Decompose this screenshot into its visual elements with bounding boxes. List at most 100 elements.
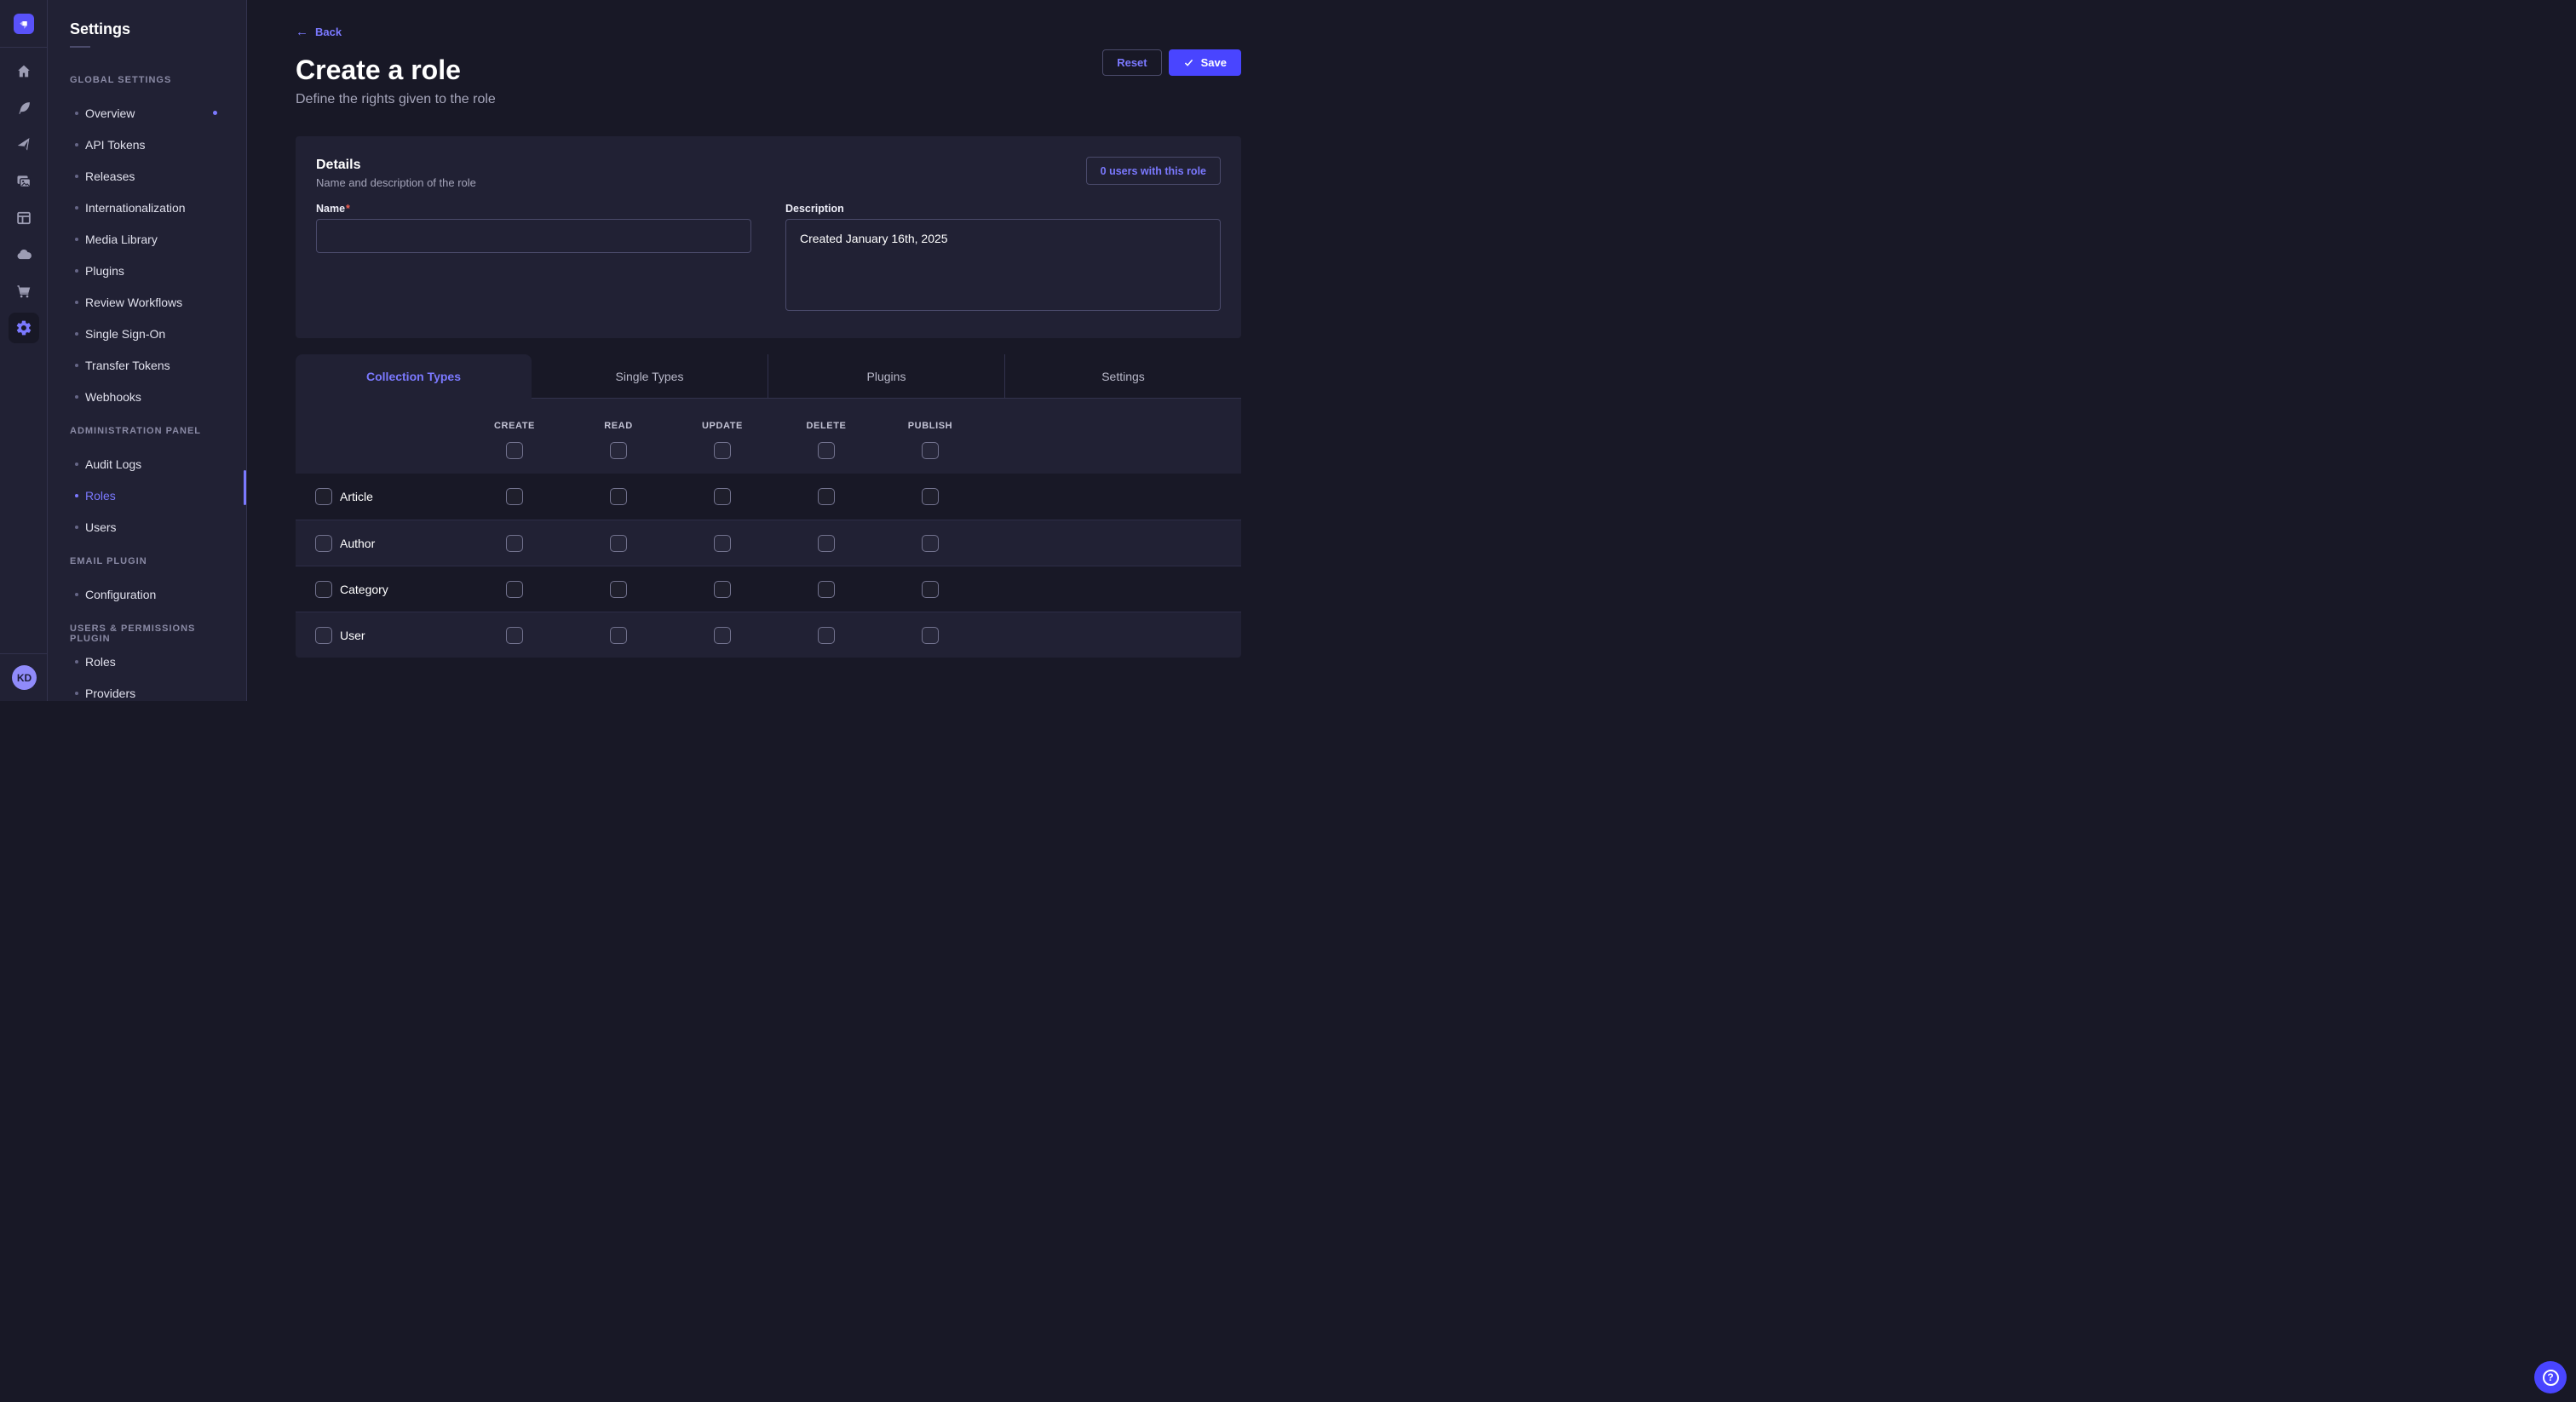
details-card-title: Details <box>316 157 476 174</box>
subnav-item-internationalization[interactable]: Internationalization <box>70 192 229 223</box>
permission-read-checkbox[interactable] <box>610 581 627 598</box>
name-field-group: Name* <box>316 203 751 315</box>
description-field-label: Description <box>785 203 1221 215</box>
permission-publish-checkbox[interactable] <box>922 581 939 598</box>
select-all-update-checkbox[interactable] <box>714 442 731 459</box>
column-publish: PUBLISH <box>878 399 982 459</box>
content-manager-feather-icon[interactable] <box>9 93 39 124</box>
row-label: Author <box>340 537 375 550</box>
subnav-item-label: Internationalization <box>85 201 186 215</box>
subnav-item-transfer-tokens[interactable]: Transfer Tokens <box>70 349 229 381</box>
home-icon[interactable] <box>9 56 39 87</box>
subnav-item-roles-admin[interactable]: Roles <box>70 480 229 511</box>
row-select-checkbox[interactable] <box>315 581 332 598</box>
permission-update-checkbox[interactable] <box>714 627 731 644</box>
permission-update-checkbox[interactable] <box>714 581 731 598</box>
subnav-item-audit-logs[interactable]: Audit Logs <box>70 448 229 480</box>
reset-button[interactable]: Reset <box>1102 49 1161 76</box>
bullet-icon <box>75 463 78 466</box>
strapi-logo-glyph <box>16 17 31 32</box>
row-select-checkbox[interactable] <box>315 627 332 644</box>
tab-single-types[interactable]: Single Types <box>532 354 768 399</box>
subnav-item-label: Plugins <box>85 264 124 278</box>
table-row-category: Category <box>296 566 1241 612</box>
role-description-textarea[interactable]: Created January 16th, 2025 <box>785 219 1221 311</box>
permission-update-checkbox[interactable] <box>714 535 731 552</box>
subnav-item-single-sign-on[interactable]: Single Sign-On <box>70 318 229 349</box>
subnav-item-review-workflows[interactable]: Review Workflows <box>70 286 229 318</box>
permission-delete-checkbox[interactable] <box>818 627 835 644</box>
bullet-icon <box>75 692 78 695</box>
permission-create-checkbox[interactable] <box>506 581 523 598</box>
permission-delete-checkbox[interactable] <box>818 535 835 552</box>
permission-create-checkbox[interactable] <box>506 535 523 552</box>
permission-delete-checkbox[interactable] <box>818 581 835 598</box>
subnav-item-label: Providers <box>85 687 135 700</box>
select-all-read-checkbox[interactable] <box>610 442 627 459</box>
sidebar-divider <box>0 47 47 48</box>
content-type-builder-layout-icon[interactable] <box>9 203 39 233</box>
row-select-checkbox[interactable] <box>315 488 332 505</box>
permission-delete-checkbox[interactable] <box>818 488 835 505</box>
main-content: ← Back Create a role Define the rights g… <box>247 0 1288 701</box>
permission-read-checkbox[interactable] <box>610 488 627 505</box>
back-link[interactable]: ← Back <box>296 26 342 39</box>
release-paper-plane-icon[interactable] <box>9 129 39 160</box>
details-card-subtitle: Name and description of the role <box>316 175 476 190</box>
subnav-item-label: Media Library <box>85 233 158 246</box>
permission-create-checkbox[interactable] <box>506 627 523 644</box>
tab-plugins[interactable]: Plugins <box>768 354 1004 399</box>
sidebar-bottom-divider <box>0 653 47 654</box>
section-header-global-settings: Global Settings <box>70 75 229 86</box>
tab-collection-types[interactable]: Collection Types <box>296 354 532 399</box>
column-label-delete: DELETE <box>807 421 847 432</box>
bullet-icon <box>75 364 78 367</box>
permission-publish-checkbox[interactable] <box>922 488 939 505</box>
select-all-publish-checkbox[interactable] <box>922 442 939 459</box>
deploy-cloud-icon[interactable] <box>9 239 39 270</box>
permission-publish-checkbox[interactable] <box>922 535 939 552</box>
bullet-icon <box>75 494 78 497</box>
select-all-create-checkbox[interactable] <box>506 442 523 459</box>
subnav-item-users[interactable]: Users <box>70 511 229 543</box>
marketplace-cart-icon[interactable] <box>9 276 39 307</box>
column-label-create: CREATE <box>494 421 535 432</box>
subnav-item-overview[interactable]: Overview <box>70 97 229 129</box>
row-label: Article <box>340 490 373 503</box>
users-with-role-button[interactable]: 0 users with this role <box>1086 157 1221 185</box>
subnav-item-roles-up[interactable]: Roles <box>70 646 229 677</box>
subnav-item-media-library[interactable]: Media Library <box>70 223 229 255</box>
select-all-delete-checkbox[interactable] <box>818 442 835 459</box>
subnav-item-configuration[interactable]: Configuration <box>70 578 229 610</box>
bullet-icon <box>75 660 78 664</box>
permission-publish-checkbox[interactable] <box>922 627 939 644</box>
permission-read-checkbox[interactable] <box>610 627 627 644</box>
permission-read-checkbox[interactable] <box>610 535 627 552</box>
row-select-checkbox[interactable] <box>315 535 332 552</box>
subnav-item-api-tokens[interactable]: API Tokens <box>70 129 229 160</box>
media-library-icon[interactable] <box>9 166 39 197</box>
tab-settings[interactable]: Settings <box>1004 354 1241 399</box>
settings-gear-icon[interactable] <box>9 313 39 343</box>
help-button[interactable]: ? <box>2534 1361 2567 1393</box>
bullet-icon <box>75 395 78 399</box>
subnav-item-providers[interactable]: Providers <box>70 677 229 701</box>
role-name-input[interactable] <box>316 219 751 253</box>
required-asterisk: * <box>346 203 350 215</box>
permission-update-checkbox[interactable] <box>714 488 731 505</box>
bullet-icon <box>75 526 78 529</box>
bullet-icon <box>75 269 78 273</box>
active-item-indicator <box>244 470 246 505</box>
subnav-item-label: Review Workflows <box>85 296 182 309</box>
permission-create-checkbox[interactable] <box>506 488 523 505</box>
save-label: Save <box>1201 56 1227 69</box>
user-avatar[interactable]: KD <box>12 665 37 690</box>
subnav-item-webhooks[interactable]: Webhooks <box>70 381 229 412</box>
permissions-section: Collection Types Single Types Plugins Se… <box>296 354 1241 658</box>
bullet-icon <box>75 112 78 115</box>
subnav-item-releases[interactable]: Releases <box>70 160 229 192</box>
subnav-item-label: Roles <box>85 655 116 669</box>
save-button[interactable]: Save <box>1169 49 1241 76</box>
back-arrow-icon: ← <box>296 26 308 38</box>
subnav-item-plugins[interactable]: Plugins <box>70 255 229 286</box>
